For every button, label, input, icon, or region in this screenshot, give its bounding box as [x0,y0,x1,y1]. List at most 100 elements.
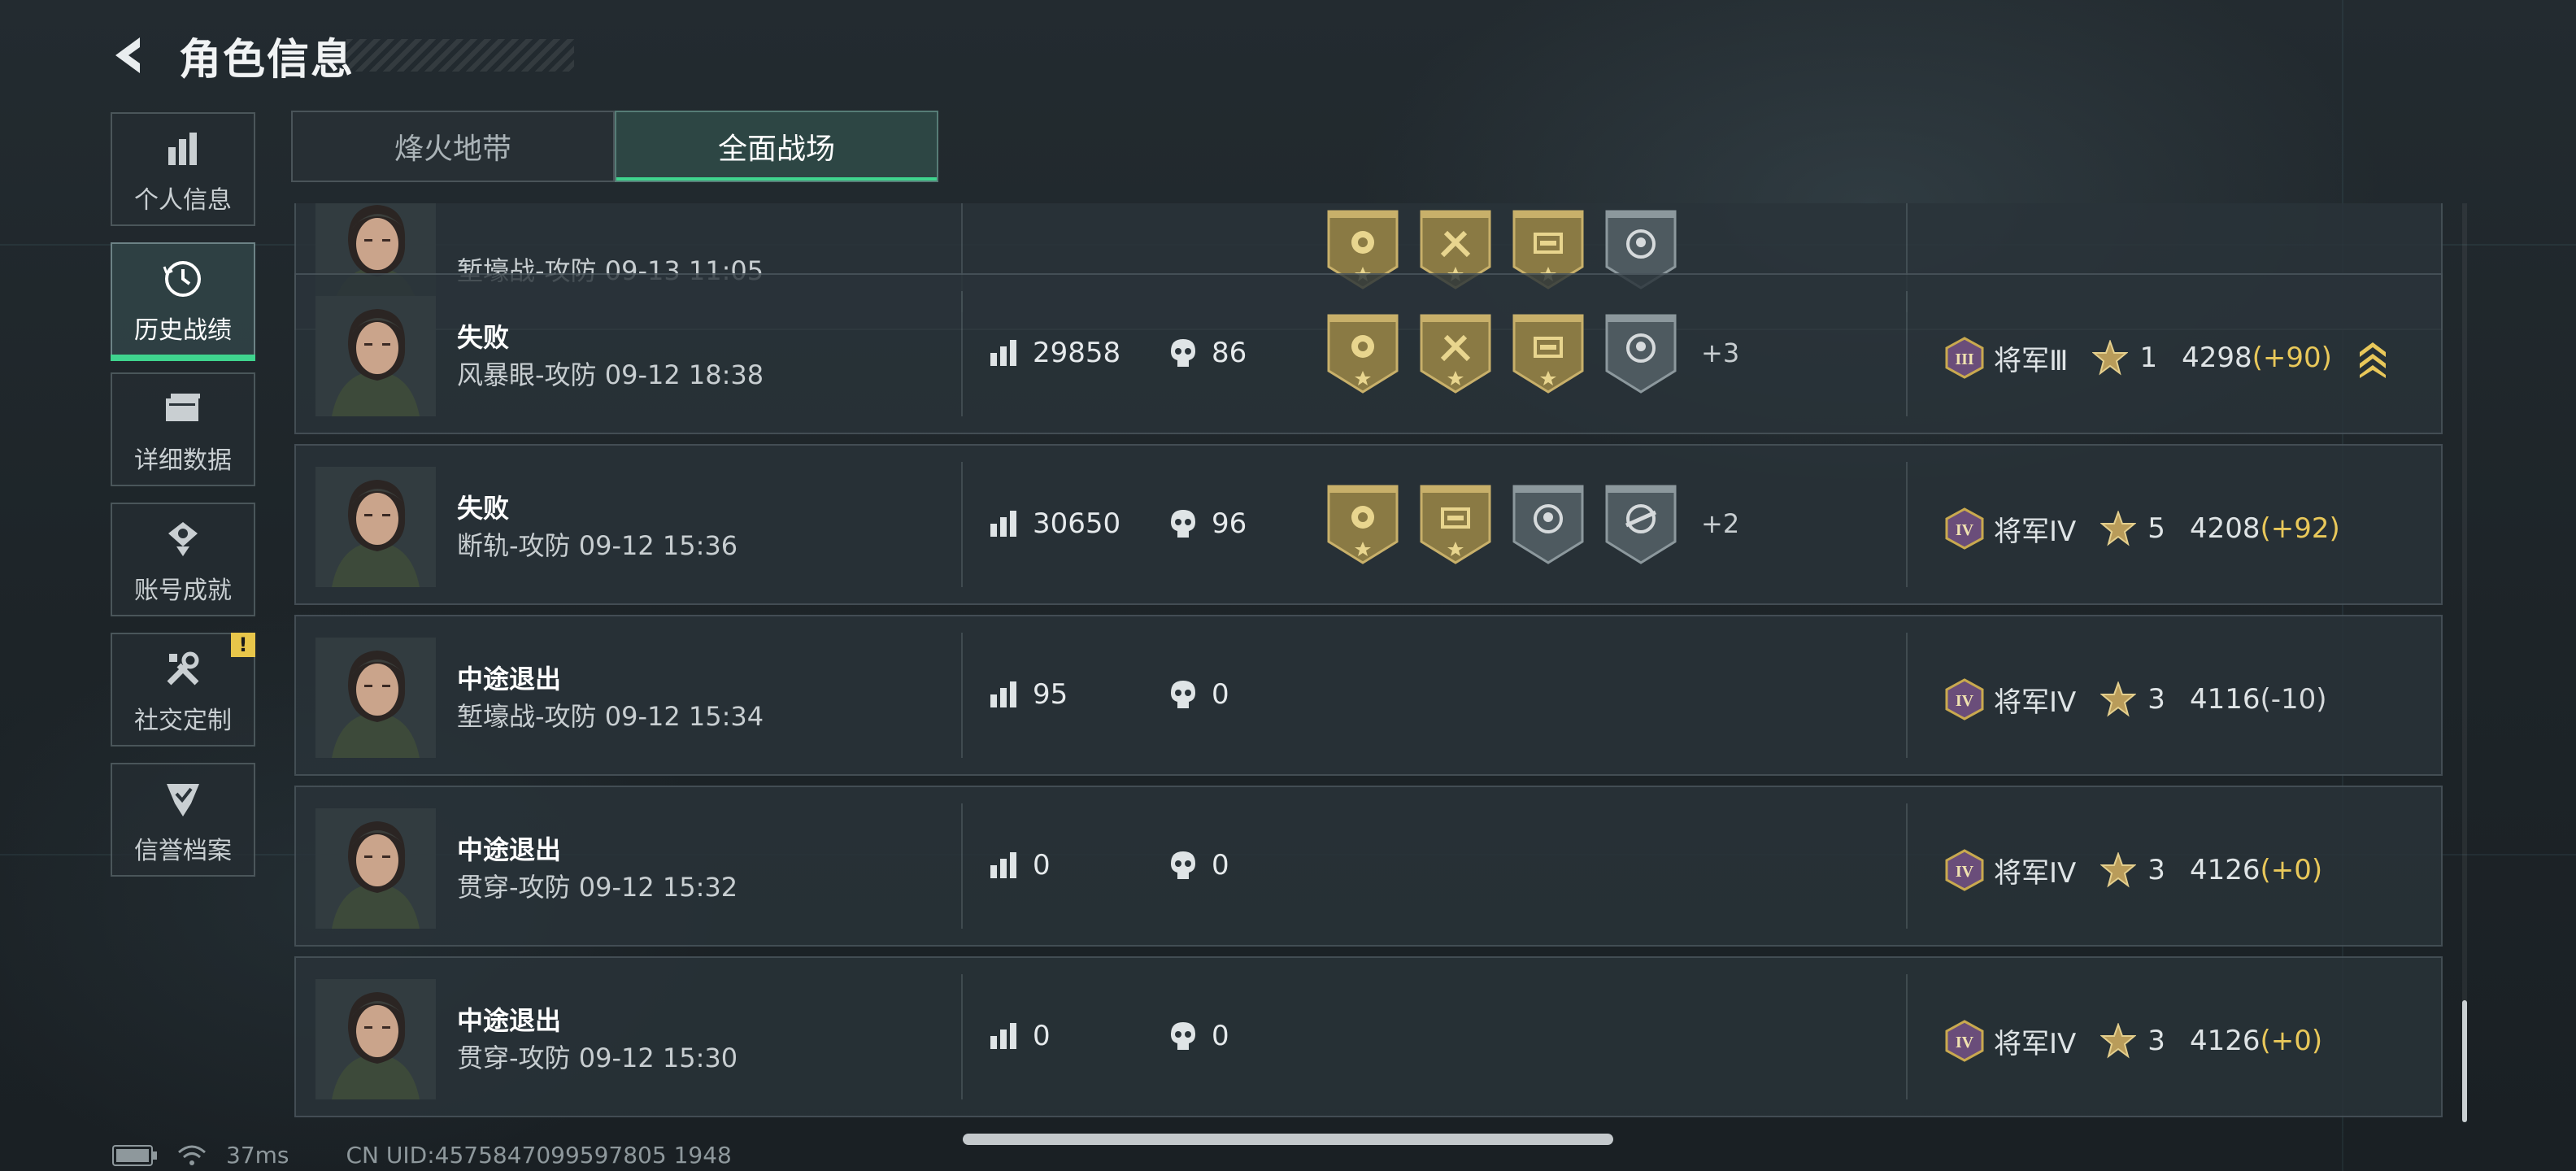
tools-icon [167,651,199,686]
sidebar-item-social[interactable]: ! 社交定制 [111,633,255,747]
sidebar-item-details[interactable]: 详细数据 [111,372,255,486]
match-result: 失败 [457,493,510,524]
match-row[interactable]: 失败 风暴眼-攻防 09-12 18:38 29858 86 +3 III 将军Ⅲ 1 4298… [294,273,2443,434]
folders-icon [166,394,200,421]
rank-emblem-icon: IV [1945,507,1984,550]
match-map-time: 贯穿-攻防 09-12 15:30 [457,1043,738,1073]
medal-list[interactable]: +3 [1325,312,1739,394]
match-score: 0 [989,1020,1051,1052]
sidebar-item-label: 历史战绩 [134,316,232,345]
achievement-icon [168,522,198,556]
sidebar-item-label: 社交定制 [134,707,232,735]
skull-icon [1171,851,1195,879]
sidebar-item-history[interactable]: 历史战绩 [111,242,255,361]
rank-info: IV 将军IV 3 4116 (-10) [1943,678,2327,720]
medal-gray-skull-icon [1605,314,1677,394]
match-result: 失败 [457,322,510,353]
rank-name: 将军Ⅲ [1994,344,2069,377]
rating-delta: (+92) [2260,512,2340,545]
svg-text:IV: IV [1956,521,1974,539]
skull-icon [1171,1022,1195,1050]
sidebar-item-achievements[interactable]: 账号成就 [111,503,255,616]
scrollbar-thumb[interactable] [2462,1000,2467,1122]
score-bars-icon [990,681,1016,707]
match-result: 中途退出 [457,834,562,865]
score-value: 29858 [1033,337,1121,369]
notification-badge: ! [231,633,255,657]
character-portrait-image [315,808,436,929]
match-row[interactable]: 失败 断轨-攻防 09-12 15:36 30650 96 +2 IV 将军IV 5 4208(… [294,444,2443,605]
user-uid: CN UID:4575847099597805 1948 [346,1142,732,1169]
match-result: 中途退出 [457,664,562,694]
star-count: 3 [2147,683,2165,716]
kills-value: 0 [1212,849,1229,882]
sidebar-item-label: 详细数据 [134,446,232,475]
column-divider [1906,633,1908,758]
more-medals-count[interactable]: +3 [1701,337,1739,368]
kills-value: 0 [1212,678,1229,711]
character-portrait-image [315,979,436,1099]
column-divider [961,803,963,929]
match-row[interactable]: 中途退出 贯穿-攻防 09-12 15:32 0 0 IV 将军IV 3 4126 (+0) [294,786,2443,947]
rating-delta: (+90) [2252,342,2332,374]
star-count: 3 [2147,854,2165,886]
medal-list[interactable]: +2 [1325,483,1739,564]
character-portrait-image [315,638,436,758]
page-title: 角色信息 [179,35,355,85]
star-icon [2092,340,2129,376]
star-icon [2100,681,2137,717]
tab-full-battlefield[interactable]: 全面战场 [615,111,938,182]
match-kills: 0 [1169,849,1229,882]
svg-text:IV: IV [1956,1034,1974,1051]
skull-icon [1171,510,1195,538]
back-arrow-icon [115,37,140,73]
home-indicator[interactable] [963,1134,1613,1145]
star-count: 5 [2147,512,2165,545]
medal-gold-axes-icon [1420,314,1491,394]
sidebar-item-label: 账号成就 [134,577,232,605]
match-score: 29858 [989,337,1120,369]
scrollbar[interactable] [2462,203,2467,1122]
column-divider [961,974,963,1099]
avatar [315,808,436,929]
column-divider [961,291,963,416]
sidebar-item-personal-info[interactable]: 个人信息 [111,112,255,226]
skull-icon [1171,339,1195,367]
match-map-time: 贯穿-攻防 09-12 15:32 [457,872,738,903]
match-kills: 0 [1169,1020,1229,1052]
sidebar-item-label: 个人信息 [134,186,232,215]
character-portrait-image [315,467,436,587]
medal-gray-skull-icon [1512,485,1584,564]
tab-hazard-zone[interactable]: 烽火地带 [291,111,615,182]
back-button[interactable] [106,31,154,80]
more-medals-count[interactable]: +2 [1701,508,1739,539]
kills-value: 96 [1212,507,1247,540]
rank-emblem-icon: IV [1945,678,1984,720]
rank-name: 将军IV [1994,686,2077,719]
battery-icon [112,1144,158,1166]
ping-value: 37ms [226,1142,289,1169]
wifi-icon [177,1144,207,1167]
rank-emblem-icon: III [1945,337,1984,379]
sidebar-item-reputation[interactable]: 信誉档案 [111,763,255,877]
medal-gold-ammo-icon [1420,485,1491,564]
score-value: 0 [1033,1020,1051,1052]
match-score: 0 [989,849,1051,882]
match-map-time: 堑壕战-攻防 09-12 15:34 [457,701,764,732]
match-history-list[interactable]: 堑壕战-攻防 09-13 11:05 失败 风暴眼-攻防 09-12 18:38 29… [294,203,2443,1122]
rank-info: IV 将军IV 3 4126 (+0) [1943,1020,2322,1062]
match-row[interactable]: 中途退出 堑壕战-攻防 09-12 15:34 95 0 IV 将军IV 3 4116 (-10… [294,615,2443,776]
match-map-time: 断轨-攻防 09-12 15:36 [457,530,738,561]
score-value: 0 [1033,849,1051,882]
medal-gray-rifle-icon [1605,485,1677,564]
avatar [315,296,436,416]
kills-value: 0 [1212,1020,1229,1052]
status-footer: 37ms CN UID:4575847099597805 1948 [112,1142,751,1169]
star-count: 3 [2147,1025,2165,1057]
rank-emblem-icon: IV [1945,849,1984,891]
rank-name: 将军IV [1994,515,2077,548]
match-row[interactable]: 中途退出 贯穿-攻防 09-12 15:30 0 0 IV 将军IV 3 4126 (+0) [294,956,2443,1117]
rank-info: III 将军Ⅲ 1 4298 (+90) [1943,337,2389,379]
medal-gold-rose-icon [1327,314,1399,394]
avatar [315,467,436,587]
